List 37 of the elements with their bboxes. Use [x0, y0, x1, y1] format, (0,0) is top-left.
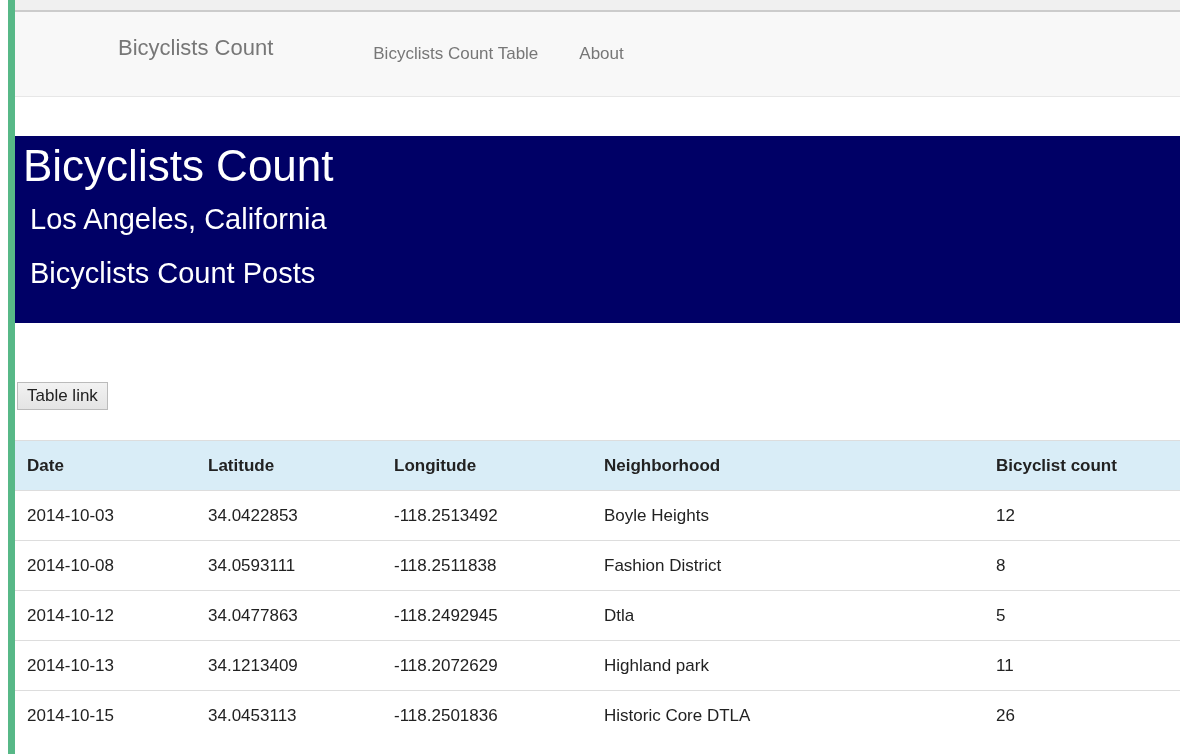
table-cell: 2014-10-15: [15, 690, 196, 741]
table-cell: 5: [984, 590, 1180, 641]
column-header: Latitude: [196, 440, 382, 491]
nav-link[interactable]: About: [579, 44, 624, 64]
table-cell: 8: [984, 540, 1180, 591]
table-cell: 34.1213409: [196, 640, 382, 691]
table-cell: 2014-10-03: [15, 490, 196, 541]
table-cell: -118.2072629: [382, 640, 592, 691]
table-cell: 34.0593111: [196, 540, 382, 591]
table-cell: 34.0477863: [196, 590, 382, 641]
table-cell: 2014-10-08: [15, 540, 196, 591]
table-cell: 26: [984, 690, 1180, 741]
column-header: Neighborhood: [592, 440, 984, 491]
table-cell: Historic Core DTLA: [592, 690, 984, 741]
table-cell: Highland park: [592, 640, 984, 691]
table-cell: 2014-10-12: [15, 590, 196, 641]
table-link-button[interactable]: Table link: [17, 382, 108, 410]
table-cell: 11: [984, 640, 1180, 691]
table-cell: 34.0422853: [196, 490, 382, 541]
table-cell: Fashion District: [592, 540, 984, 591]
table-cell: -118.2513492: [382, 490, 592, 541]
subtitle: Bicyclists Count Posts: [30, 256, 317, 291]
column-header: Date: [15, 440, 196, 491]
page-title: Bicyclists Count: [23, 140, 335, 192]
subtitle: Los Angeles, California: [30, 202, 328, 237]
column-header: Longitude: [382, 440, 592, 491]
table-cell: -118.2511838: [382, 540, 592, 591]
brand-title[interactable]: Bicyclists Count: [118, 35, 274, 61]
table-cell: 2014-10-13: [15, 640, 196, 691]
table-cell: -118.2501836: [382, 690, 592, 741]
column-header: Bicyclist count: [984, 440, 1180, 491]
table-cell: Boyle Heights: [592, 490, 984, 541]
table-cell: -118.2492945: [382, 590, 592, 641]
table-cell: 34.0453113: [196, 690, 382, 741]
table-cell: 12: [984, 490, 1180, 541]
table-cell: Dtla: [592, 590, 984, 641]
nav-link[interactable]: Bicyclists Count Table: [373, 44, 539, 64]
